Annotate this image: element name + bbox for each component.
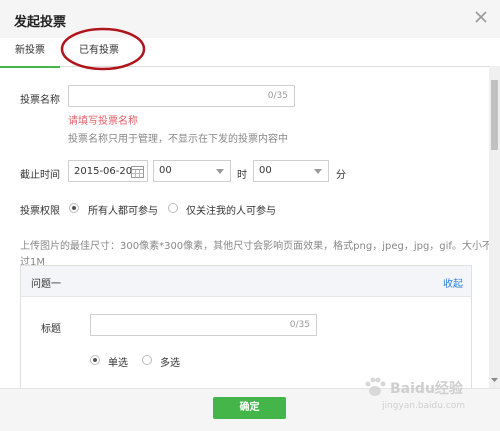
watermark-text: Baidu经验 — [390, 381, 463, 397]
question-title-input[interactable]: 0/35 — [90, 314, 317, 336]
tab-new-vote[interactable]: 新投票 — [0, 38, 60, 68]
vote-name-hint: 投票名称只用于管理，不显示在下发的投票内容中 — [68, 134, 288, 145]
question-title: 问题一 — [31, 279, 61, 290]
multi-choice-label[interactable]: 多选 — [160, 354, 180, 369]
vote-name-input[interactable]: 0/35 — [68, 85, 295, 107]
vote-name-label: 投票名称 — [20, 95, 60, 106]
question-field-label: 标题 — [41, 324, 61, 335]
question-title-counter: 0/35 — [289, 320, 310, 330]
image-size-note: 上传图片的最佳尺寸：300像素*300像素，其他尺寸会影响页面效果，格式png，… — [20, 241, 500, 252]
permission-followers-radio[interactable] — [168, 203, 178, 213]
permission-label: 投票权限 — [20, 206, 60, 217]
vote-name-counter: 0/35 — [267, 91, 288, 101]
permission-all-radio[interactable] — [69, 203, 79, 213]
minute-unit: 分 — [336, 170, 346, 181]
permission-all-label[interactable]: 所有人都可参与 — [88, 202, 158, 217]
confirm-button[interactable]: 确定 — [213, 397, 286, 419]
deadline-date-input[interactable]: 2015-06-20 — [68, 160, 148, 182]
deadline-date-value: 2015-06-20 — [74, 166, 133, 177]
scrollbar-thumb[interactable] — [491, 80, 498, 150]
single-choice-label[interactable]: 单选 — [108, 354, 128, 369]
chevron-down-icon — [216, 169, 224, 174]
deadline-minute-value: 00 — [259, 165, 272, 176]
vote-dialog: 发起投票 新投票 已有投票 投票名称 0/35 请填写投票名称 投票名称只用于管… — [0, 0, 500, 431]
dialog-title: 发起投票 — [14, 15, 67, 30]
watermark-url: jingyan.baidu.com — [382, 401, 466, 411]
deadline-label: 截止时间 — [20, 170, 60, 181]
collapse-link[interactable]: 收起 — [443, 275, 463, 290]
deadline-hour-value: 00 — [159, 165, 172, 176]
baidu-watermark: Baidu经验 jingyan.baidu.com — [352, 374, 492, 422]
hour-unit: 时 — [237, 170, 247, 181]
deadline-hour-select[interactable]: 00 — [153, 160, 231, 182]
question-header: 问题一 收起 — [21, 266, 471, 297]
multi-choice-radio[interactable] — [142, 355, 152, 365]
single-choice-radio[interactable] — [90, 355, 100, 365]
highlight-circle — [60, 27, 146, 71]
close-icon[interactable] — [472, 8, 490, 26]
permission-followers-label[interactable]: 仅关注我的人可参与 — [186, 202, 276, 217]
calendar-icon[interactable] — [131, 165, 144, 178]
chevron-down-icon — [314, 169, 322, 174]
vote-name-error: 请填写投票名称 — [68, 116, 138, 127]
deadline-minute-select[interactable]: 00 — [253, 160, 329, 182]
paw-logo-icon — [365, 377, 386, 396]
